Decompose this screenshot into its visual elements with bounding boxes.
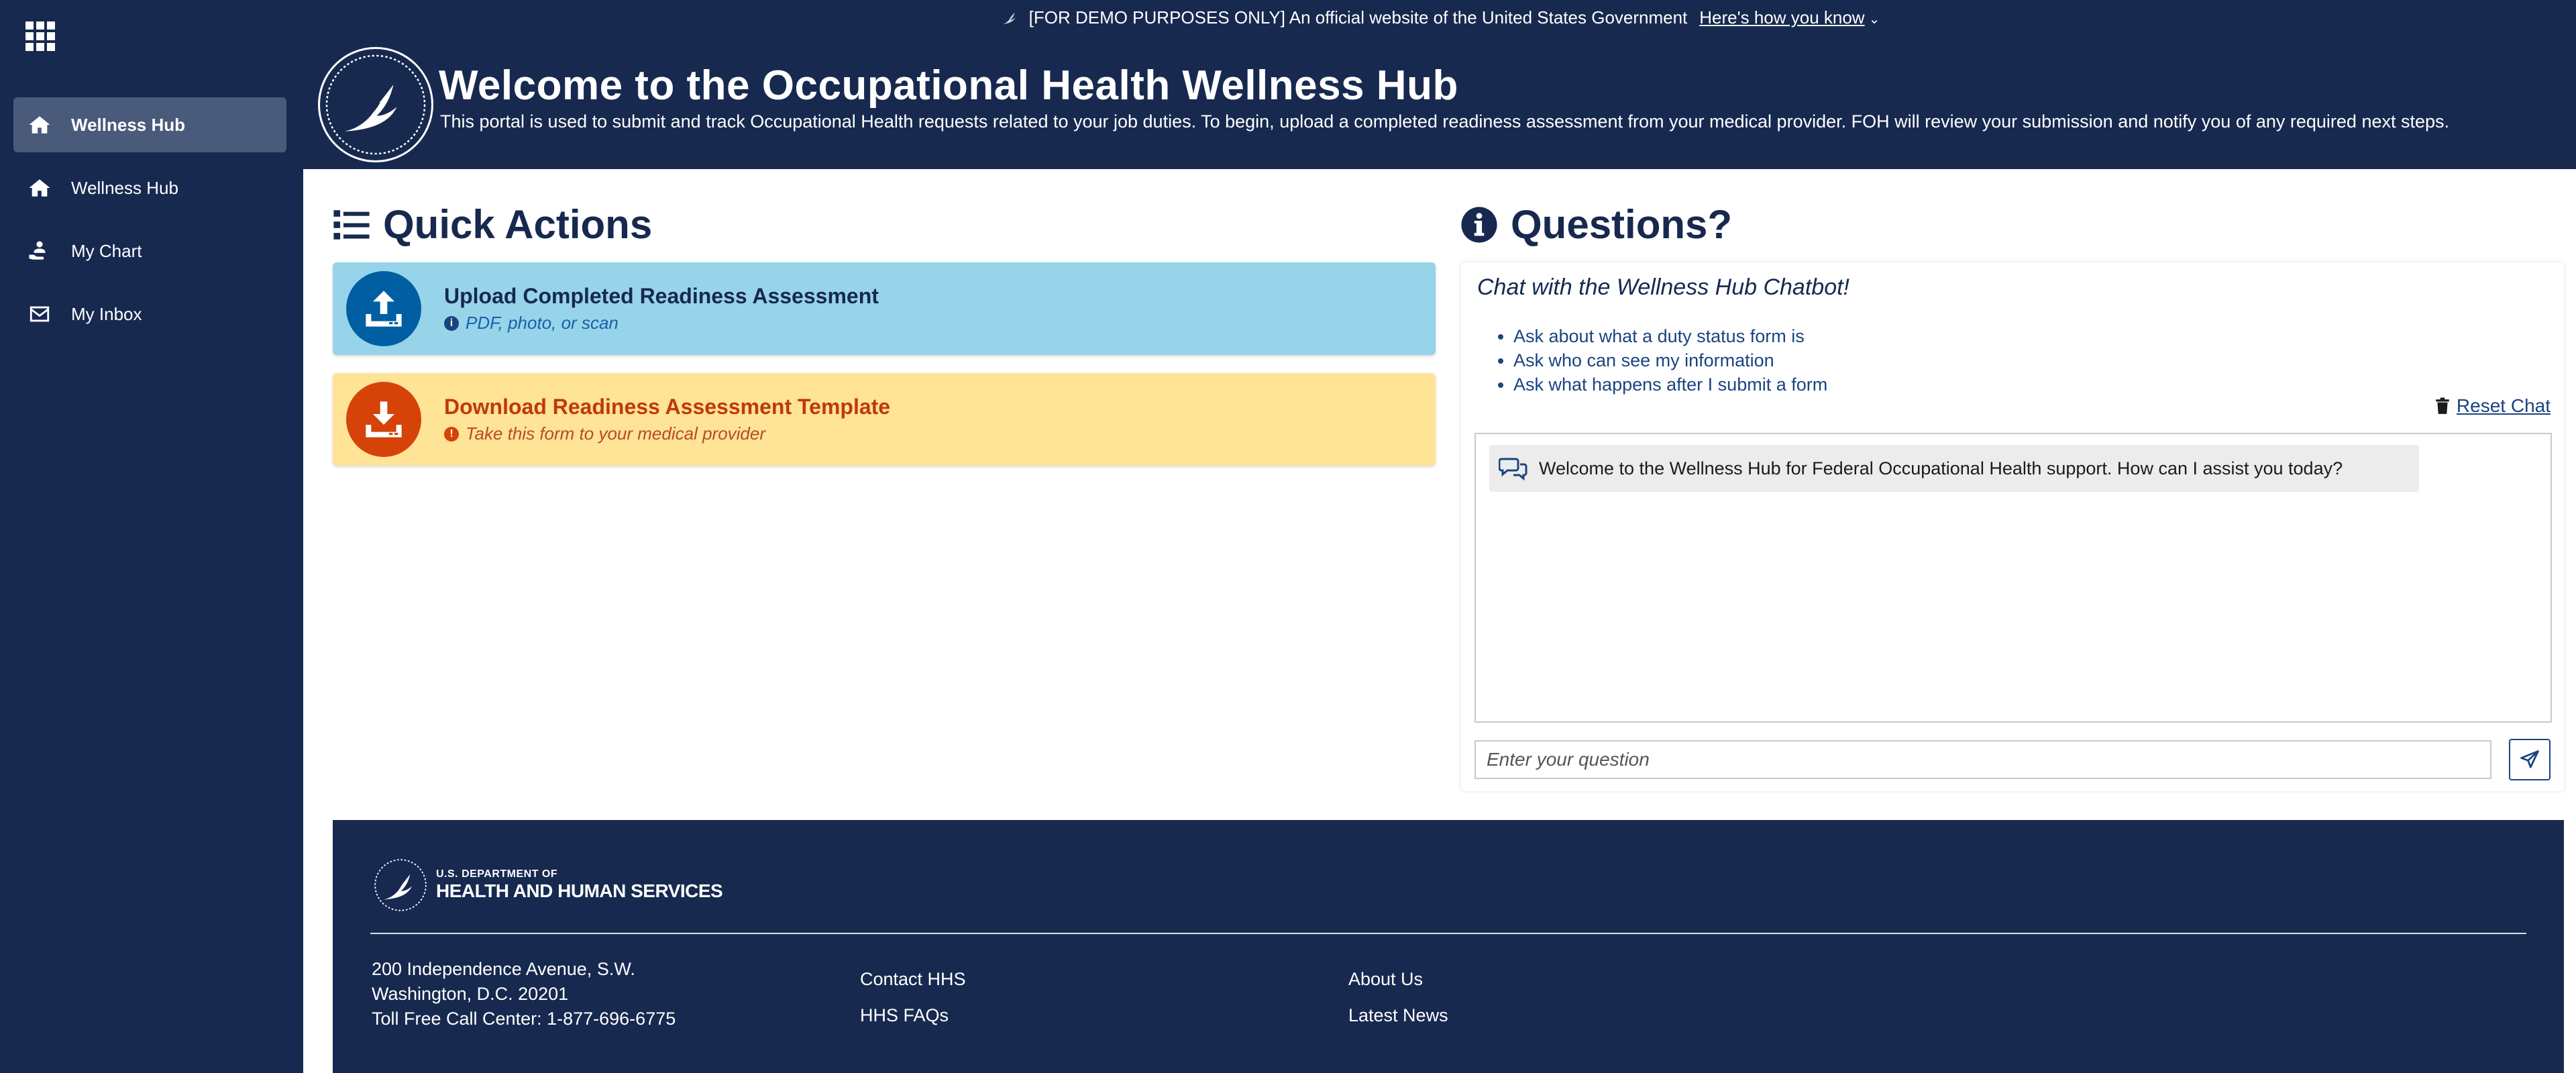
chat-log: Welcome to the Wellness Hub for Federal …	[1474, 433, 2552, 723]
sidebar-item-my-inbox[interactable]: My Inbox	[13, 287, 286, 342]
call-center-line: Toll Free Call Center: 1-877-696-6775	[372, 1009, 676, 1029]
send-icon	[2520, 750, 2539, 768]
upload-assessment-card[interactable]: Upload Completed Readiness Assessment i …	[333, 262, 1436, 355]
sidebar-nav: Wellness Hub Wellness Hub My Chart My In…	[13, 97, 286, 350]
home-icon	[28, 176, 51, 199]
info-circle-icon	[1461, 206, 1497, 243]
send-button[interactable]	[2509, 739, 2551, 780]
download-template-card[interactable]: Download Readiness Assessment Template !…	[333, 373, 1436, 466]
chat-bubbles-icon	[1499, 458, 1527, 481]
page-title: Welcome to the Occupational Health Welln…	[439, 62, 1458, 109]
chatbot-intro: Chat with the Wellness Hub Chatbot!	[1477, 274, 1849, 300]
hhs-seal-logo	[318, 47, 433, 162]
sidebar-item-wellness-hub-active[interactable]: Wellness Hub	[13, 97, 286, 152]
chat-suggestion[interactable]: Ask what happens after I submit a form	[1513, 372, 1827, 397]
quick-actions-title: Quick Actions	[383, 202, 653, 247]
footer-link-about-us[interactable]: About Us	[1348, 961, 1448, 997]
upload-assessment-subtitle: PDF, photo, or scan	[466, 313, 619, 333]
footer-link-latest-news[interactable]: Latest News	[1348, 997, 1448, 1033]
hhs-logo-small-text: U.S. DEPARTMENT OF	[436, 868, 558, 880]
footer-address: 200 Independence Avenue, S.W. Washington…	[372, 957, 676, 1031]
sidebar-item-wellness-hub[interactable]: Wellness Hub	[13, 160, 286, 215]
page-footer: U.S. DEPARTMENT OF HEALTH AND HUMAN SERV…	[333, 820, 2564, 1073]
hand-user-icon	[28, 240, 51, 262]
address-line: Washington, D.C. 20201	[372, 984, 569, 1004]
download-icon	[346, 382, 421, 457]
questions-heading: Questions?	[1460, 201, 1732, 248]
hhs-logo-big-text: HEALTH AND HUMAN SERVICES	[436, 880, 723, 901]
page-description: This portal is used to submit and track …	[440, 111, 2450, 132]
sidebar-item-label: My Inbox	[71, 303, 142, 324]
heres-how-you-know-link[interactable]: Here's how you know ⌄	[1699, 7, 1880, 28]
envelope-icon	[28, 303, 51, 325]
reset-chat-label: Reset Chat	[2456, 395, 2551, 416]
home-icon	[28, 113, 51, 136]
sidebar-item-my-chart[interactable]: My Chart	[13, 223, 286, 278]
download-template-subtitle-row: ! Take this form to your medical provide…	[444, 423, 890, 444]
footer-divider	[370, 933, 2526, 934]
sidebar-item-label: Wellness Hub	[71, 114, 186, 135]
sidebar-item-label: Wellness Hub	[71, 177, 178, 198]
list-icon	[333, 209, 370, 240]
chevron-down-icon: ⌄	[1868, 11, 1880, 27]
chat-suggestion[interactable]: Ask about what a duty status form is	[1513, 324, 1827, 348]
alert-icon: !	[444, 426, 459, 442]
chat-message: Welcome to the Wellness Hub for Federal …	[1489, 445, 2419, 492]
chat-suggestions: Ask about what a duty status form is Ask…	[1499, 324, 1827, 397]
upload-assessment-subtitle-row: i PDF, photo, or scan	[444, 313, 879, 334]
address-line: 200 Independence Avenue, S.W.	[372, 959, 635, 979]
questions-title: Questions?	[1511, 202, 1733, 247]
upload-icon	[346, 271, 421, 346]
quick-actions-heading: Quick Actions	[332, 201, 652, 248]
footer-links-col1: Contact HHS HHS FAQs	[860, 961, 966, 1033]
gov-banner: [FOR DEMO PURPOSES ONLY] An official web…	[303, 4, 2576, 31]
reset-chat-button[interactable]: Reset Chat	[2435, 395, 2551, 417]
sidebar-item-label: My Chart	[71, 240, 142, 261]
chat-message-text: Welcome to the Wellness Hub for Federal …	[1539, 458, 2343, 478]
app-grid-icon[interactable]	[25, 21, 55, 51]
heres-how-you-know-label: Here's how you know	[1699, 7, 1865, 28]
eagle-icon	[1002, 12, 1016, 24]
trash-icon	[2436, 397, 2449, 414]
footer-link-hhs-faqs[interactable]: HHS FAQs	[860, 997, 966, 1033]
upload-assessment-title: Upload Completed Readiness Assessment	[444, 284, 879, 308]
chat-question-input[interactable]	[1474, 740, 2491, 779]
gov-banner-text: [FOR DEMO PURPOSES ONLY] An official web…	[1028, 7, 1688, 28]
sidebar: Wellness Hub Wellness Hub My Chart My In…	[0, 0, 303, 1073]
info-icon: i	[444, 315, 459, 331]
footer-links-col2: About Us Latest News	[1348, 961, 1448, 1033]
chat-suggestion[interactable]: Ask who can see my information	[1513, 348, 1827, 372]
download-template-subtitle: Take this form to your medical provider	[466, 423, 766, 444]
footer-link-contact-hhs[interactable]: Contact HHS	[860, 961, 966, 997]
hhs-logo: U.S. DEPARTMENT OF HEALTH AND HUMAN SERV…	[370, 855, 723, 915]
chatbot-panel: Chat with the Wellness Hub Chatbot! Ask …	[1461, 262, 2564, 791]
download-template-title: Download Readiness Assessment Template	[444, 395, 891, 419]
page-header: [FOR DEMO PURPOSES ONLY] An official web…	[303, 0, 2576, 169]
hhs-eagle-logo-icon	[374, 859, 427, 911]
